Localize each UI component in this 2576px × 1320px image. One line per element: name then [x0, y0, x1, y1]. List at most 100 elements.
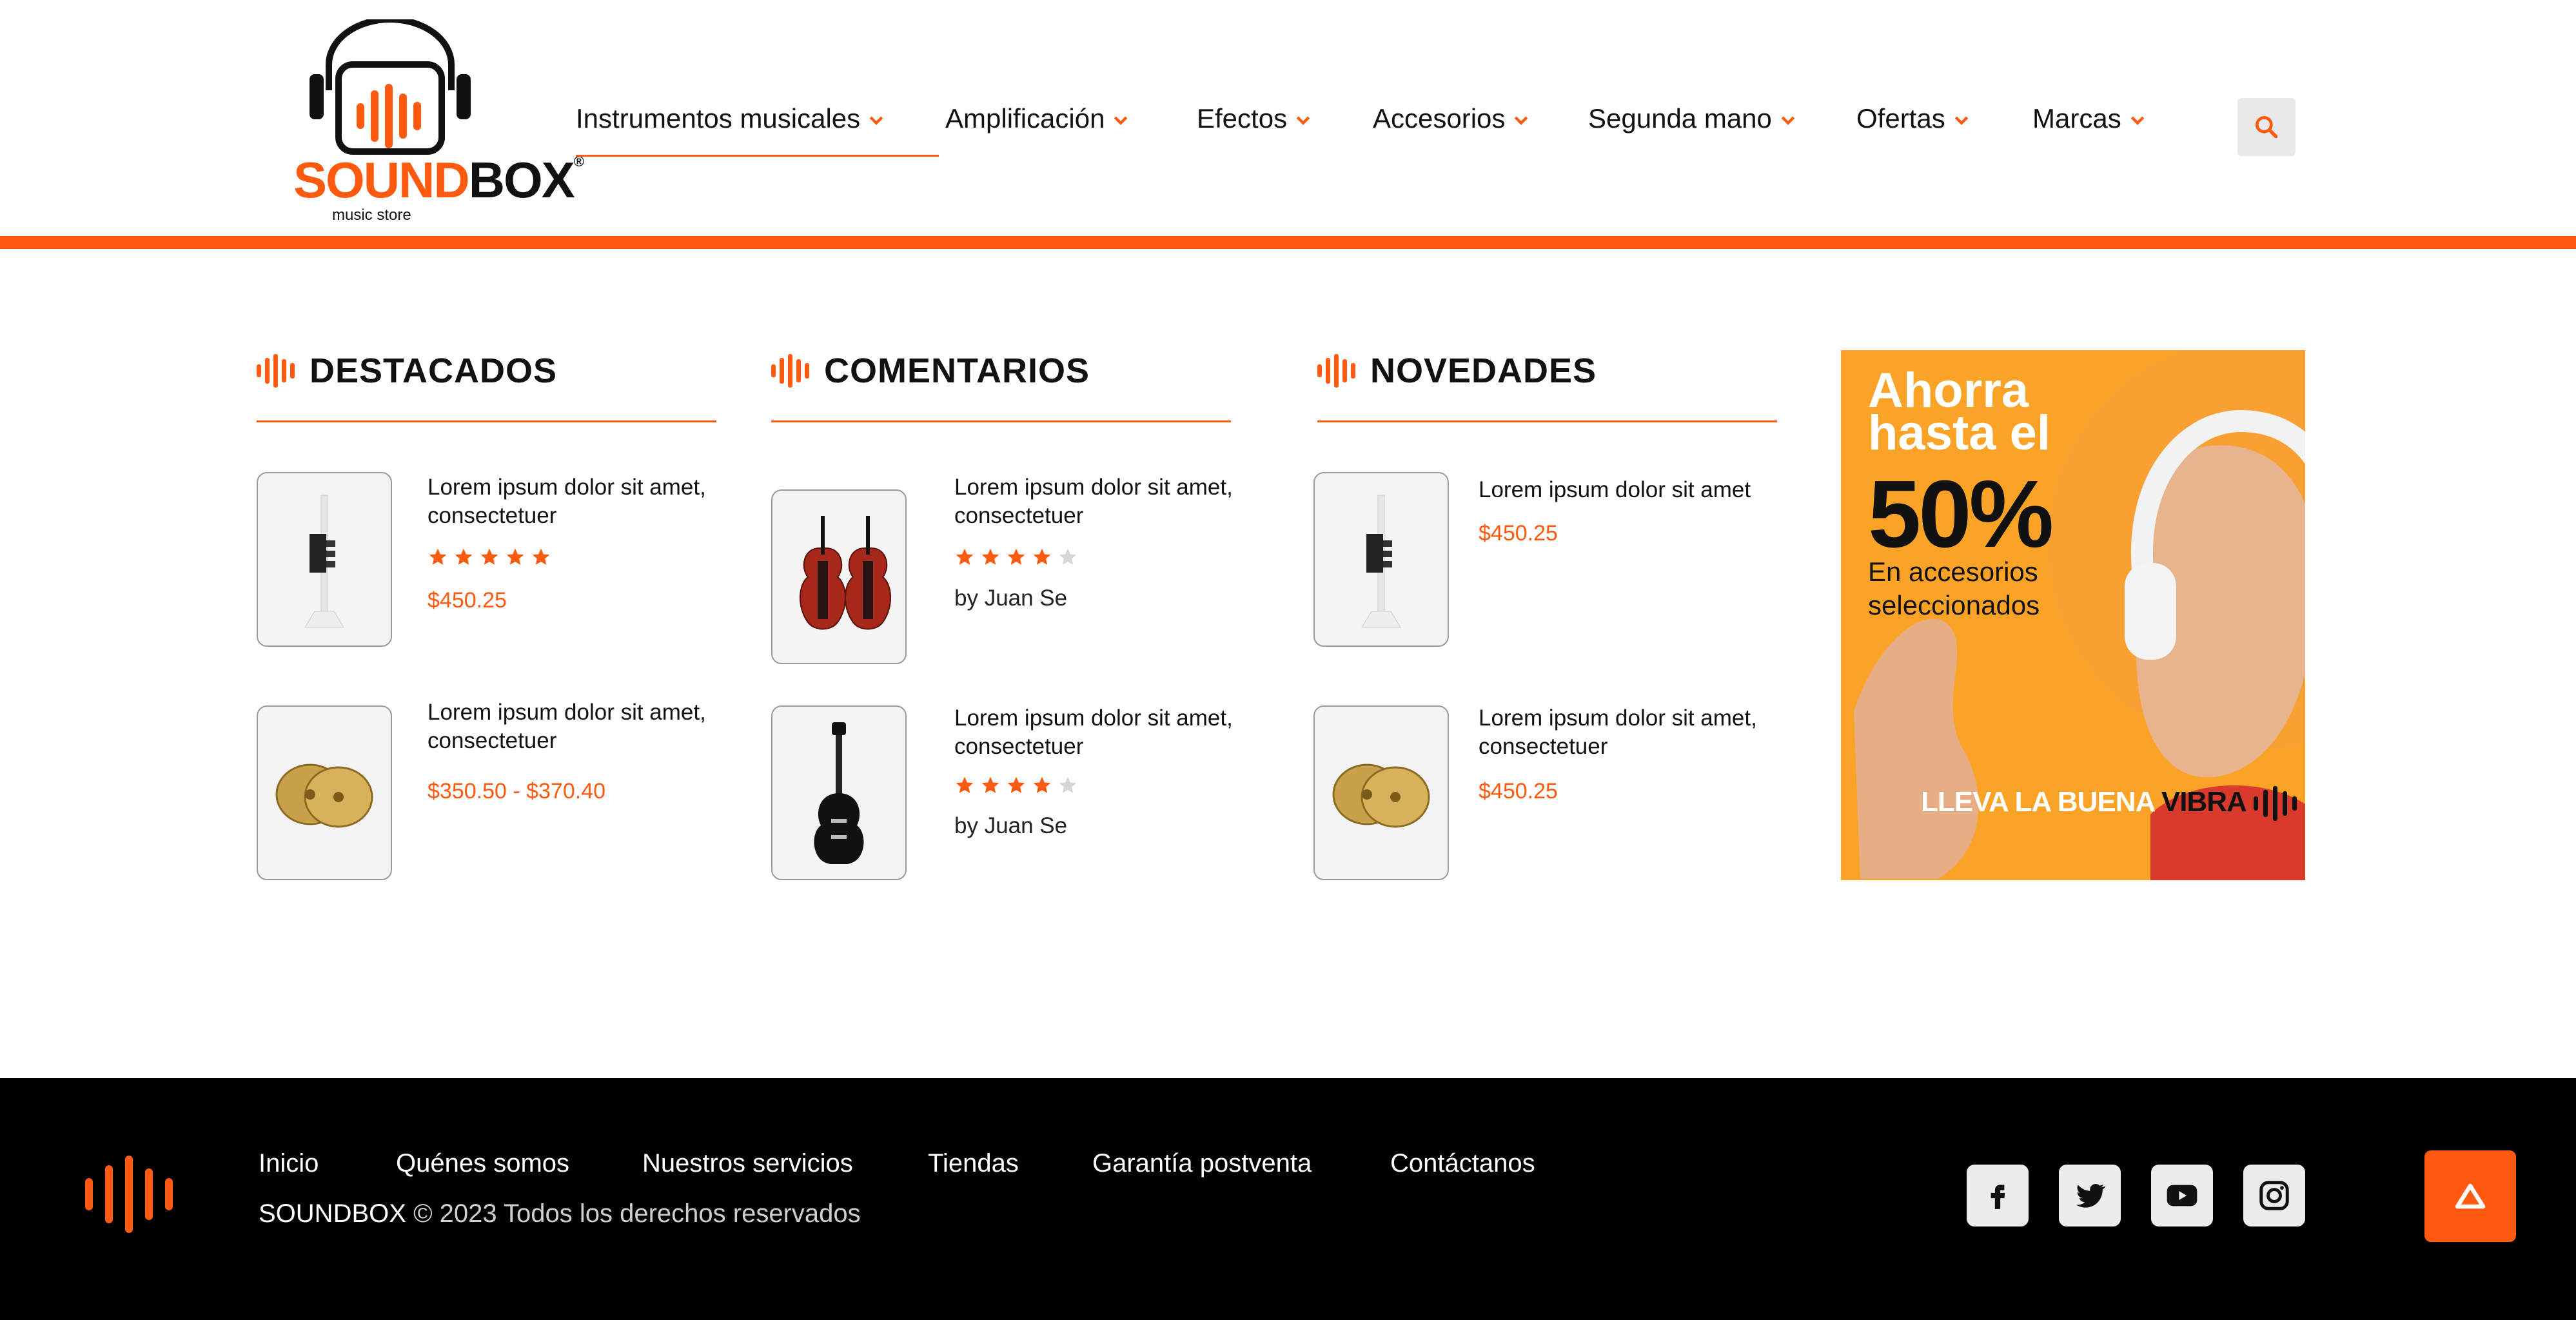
star-empty-icon	[1059, 548, 1077, 565]
nav-item-marcas[interactable]: Marcas	[2032, 103, 2147, 155]
star-filled-icon	[455, 548, 473, 565]
arrow-up-icon	[2455, 1183, 2486, 1209]
promo-percent: 50%	[1868, 461, 2054, 567]
nav-item-label: Ofertas	[1856, 103, 1945, 133]
product-price: $450.25	[428, 588, 507, 613]
product-title[interactable]: Lorem ipsum dolor sit amet	[1479, 476, 1782, 504]
footer-link-quienes-somos[interactable]: Quénes somos	[396, 1149, 569, 1178]
star-filled-icon	[956, 776, 974, 793]
nav-item-label: Efectos	[1197, 103, 1288, 133]
nav-item-amplificacion[interactable]: Amplificación	[945, 103, 1130, 155]
section-title: NOVEDADES	[1370, 351, 1597, 390]
nav-item-instrumentos[interactable]: Instrumentos musicales	[576, 103, 939, 157]
promo-slogan-text: LLEVA LA BUENA	[1921, 786, 2155, 818]
product-title[interactable]: Lorem ipsum dolor sit amet, consectetuer	[954, 704, 1257, 761]
twitter-icon	[2076, 1183, 2106, 1208]
soundbox-logo[interactable]: SOUNDBOX® music store	[293, 19, 584, 226]
nav-item-label: Segunda mano	[1588, 103, 1772, 133]
star-filled-icon	[981, 776, 999, 793]
youtube-button[interactable]	[2151, 1165, 2213, 1226]
search-icon	[2255, 115, 2278, 139]
trumpet-image	[1361, 495, 1401, 627]
chevron-down-icon	[1781, 116, 1795, 125]
nav-item-ofertas[interactable]: Ofertas	[1856, 103, 1971, 155]
product-thumbnail-cymbals[interactable]	[1313, 705, 1449, 880]
star-filled-icon	[532, 548, 550, 565]
product-thumbnail-cymbals[interactable]	[257, 705, 392, 880]
site-footer: Inicio Quénes somos Nuestros servicios T…	[0, 1078, 2576, 1320]
nav-item-label: Accesorios	[1373, 103, 1506, 133]
guitar-image	[814, 722, 864, 864]
footer-link-inicio[interactable]: Inicio	[259, 1149, 319, 1178]
sound-bars-icon	[1317, 354, 1355, 388]
rating-stars	[428, 547, 551, 567]
product-thumbnail-trumpet[interactable]	[1313, 472, 1449, 647]
product-title[interactable]: Lorem ipsum dolor sit amet, consectetuer	[428, 473, 731, 530]
chevron-down-icon	[1954, 116, 1969, 125]
product-title[interactable]: Lorem ipsum dolor sit amet, consectetuer	[1479, 704, 1782, 761]
nav-item-label: Instrumentos musicales	[576, 103, 861, 133]
violins-image	[800, 515, 891, 629]
instagram-button[interactable]	[2243, 1165, 2305, 1226]
brand-tagline: music store	[332, 206, 411, 224]
nav-item-accesorios[interactable]: Accesorios	[1373, 103, 1531, 155]
star-filled-icon	[1033, 548, 1051, 565]
nav-item-label: Marcas	[2032, 103, 2121, 133]
star-filled-icon	[429, 548, 447, 565]
promo-slogan: LLEVA LA BUENA VIBRA	[1921, 786, 2304, 822]
cymbals-image	[275, 763, 373, 827]
star-filled-icon	[1033, 776, 1051, 793]
star-filled-icon	[956, 548, 974, 565]
header-accent-bar	[0, 236, 2576, 249]
headphones-logo-icon	[310, 19, 471, 155]
chevron-down-icon	[869, 116, 883, 125]
product-title[interactable]: Lorem ipsum dolor sit amet, consectetuer	[954, 473, 1257, 530]
site-header: SOUNDBOX® music store Instrumentos music…	[0, 0, 2576, 236]
promo-banner[interactable]: Ahorra hasta el 50% En accesorios selecc…	[1841, 350, 2305, 880]
copyright-notice: © 2023 Todos los derechos reservados	[413, 1199, 861, 1228]
footer-link-contactanos[interactable]: Contáctanos	[1390, 1149, 1535, 1178]
facebook-icon	[1991, 1185, 2005, 1209]
star-filled-icon	[1007, 548, 1025, 565]
product-price: $350.50 - $370.40	[428, 779, 606, 803]
product-price: $450.25	[1479, 521, 1558, 546]
product-thumbnail-trumpet[interactable]	[257, 472, 392, 647]
sound-bars-icon	[257, 354, 295, 388]
review-author: by Juan Se	[954, 586, 1068, 611]
star-filled-icon	[480, 548, 498, 565]
copyright-text: SOUNDBOX © 2023 Todos los derechos reser…	[259, 1199, 861, 1228]
back-to-top-button[interactable]	[2424, 1150, 2516, 1242]
star-empty-icon	[1059, 776, 1077, 793]
product-price: $450.25	[1479, 779, 1558, 803]
facebook-button[interactable]	[1967, 1165, 2029, 1226]
chevron-down-icon	[1114, 116, 1128, 125]
twitter-button[interactable]	[2059, 1165, 2121, 1226]
copyright-brand: SOUNDBOX	[259, 1199, 406, 1228]
product-title[interactable]: Lorem ipsum dolor sit amet, consectetuer	[428, 698, 731, 755]
section-title: COMENTARIOS	[824, 351, 1090, 390]
product-thumbnail-guitar[interactable]	[771, 705, 907, 880]
chevron-down-icon	[1296, 116, 1310, 125]
section-heading-comentarios: COMENTARIOS	[771, 351, 1090, 390]
section-divider	[257, 420, 716, 422]
search-button[interactable]	[2237, 98, 2296, 156]
youtube-icon	[2167, 1185, 2197, 1207]
section-heading-novedades: NOVEDADES	[1317, 351, 1597, 390]
promo-headline-line: hasta el	[1868, 406, 2051, 460]
footer-link-servicios[interactable]: Nuestros servicios	[642, 1149, 853, 1178]
rating-stars	[954, 547, 1078, 567]
star-filled-icon	[1007, 776, 1025, 793]
rating-stars	[954, 775, 1078, 796]
nav-item-segunda-mano[interactable]: Segunda mano	[1588, 103, 1798, 155]
nav-item-efectos[interactable]: Efectos	[1197, 103, 1313, 155]
chevron-down-icon	[2130, 116, 2144, 125]
footer-link-tiendas[interactable]: Tiendas	[928, 1149, 1019, 1178]
promo-subtitle: En accesorios seleccionados	[1868, 555, 2100, 622]
cymbals-image	[1332, 763, 1430, 827]
review-author: by Juan Se	[954, 813, 1068, 838]
promo-subtitle-line: En accesorios	[1868, 557, 2038, 587]
instagram-icon	[2259, 1181, 2289, 1210]
promo-subtitle-line: seleccionados	[1868, 590, 2040, 620]
footer-link-garantia[interactable]: Garantía postventa	[1092, 1149, 1312, 1178]
product-thumbnail-violins[interactable]	[771, 489, 907, 664]
